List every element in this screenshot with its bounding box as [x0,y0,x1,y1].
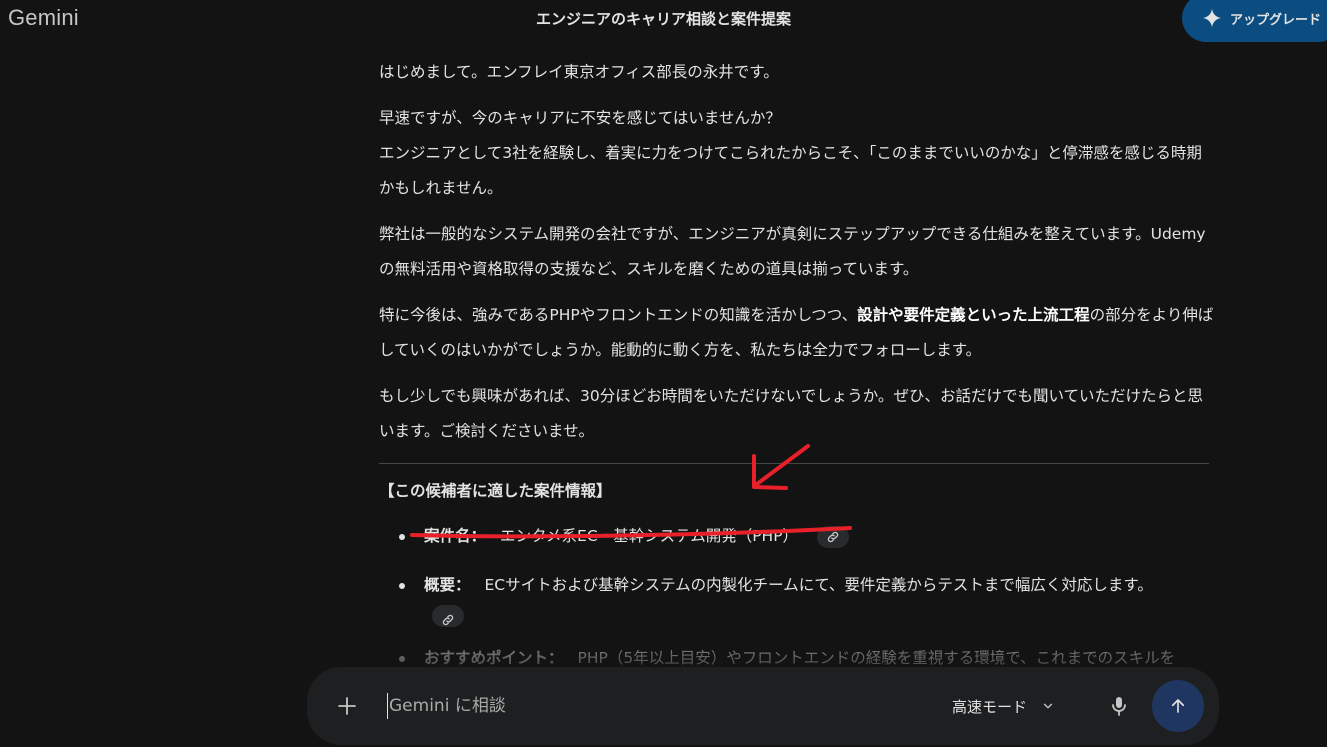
message-paragraph-4-a: 特に今後は、強みであるPHPやフロントエンドの知識を活かしつつ、 [379,306,858,324]
mode-selector[interactable]: 高速モード [952,693,1055,719]
case-item-key: 案件名： [424,527,487,545]
upgrade-label: アップグレード [1230,12,1322,28]
source-link-button[interactable] [817,525,849,548]
message-paragraph-5: もし少しでも興味があれば、30分ほどお時間をいただけないでしょうか。ぜひ、お話だ… [379,387,1204,440]
message-paragraph-1: はじめまして。エンフレイ東京オフィス部長の永井です。 [379,63,779,81]
send-button[interactable] [1152,680,1204,732]
case-item-name: 案件名： エンタメ系EC・基幹システム開発（PHP） [379,519,1214,554]
prompt-bar: 高速モード [307,667,1219,745]
case-item-value: PHP（5年以上目安）やフロントエンドの経験を重視する環境で、これまでのスキルを [577,649,1176,667]
microphone-icon[interactable] [1107,694,1131,718]
message-paragraph-4-bold: 設計や要件定義といった上流工程 [857,306,1090,324]
sparkle-icon [1202,8,1222,28]
case-item-overview: 概要： ECサイトおよび基幹システムの内製化チームにて、要件定義からテストまで幅広… [379,568,1214,627]
response-content: はじめまして。エンフレイ東京オフィス部長の永井です。 早速ですが、今のキャリアに… [379,55,1214,690]
message-paragraph-2-line-2: エンジニアとして3社を経験し、着実に力をつけてこられたからこそ、「このままでいい… [379,144,1202,197]
prompt-input[interactable] [387,693,907,719]
source-link-button[interactable] [432,605,464,627]
message-paragraph-3: 弊社は一般的なシステム開発の会社ですが、エンジニアが真剣にステップアップできる仕… [379,225,1206,278]
cases-heading: 【この候補者に適した案件情報】 [379,482,612,500]
mode-label: 高速モード [952,697,1028,716]
upgrade-button[interactable]: アップグレード [1182,0,1327,42]
cases-list: 案件名： エンタメ系EC・基幹システム開発（PHP） 概要： ECサイトおよび基幹シ… [379,519,1214,676]
case-item-value: ECサイトおよび基幹システムの内製化チームにて、要件定義からテストまで幅広く対応… [484,576,1153,594]
message-paragraph-2-line-1: 早速ですが、今のキャリアに不安を感じてはいませんか？ [379,109,781,127]
link-icon [827,531,839,542]
arrow-up-icon [1171,699,1185,713]
plus-icon[interactable] [335,694,359,718]
chat-title: エンジニアのキャリア相談と案件提案 [535,10,791,28]
case-item-value: エンタメ系EC・基幹システム開発（PHP） [500,527,799,545]
section-divider [379,463,1209,464]
message-paragraph-2: 早速ですが、今のキャリアに不安を感じてはいませんか？ エンジニアとして3社を経験… [379,101,1214,206]
link-icon [442,614,454,626]
chevron-down-icon [1043,703,1053,709]
message-paragraph-4: 特に今後は、強みであるPHPやフロントエンドの知識を活かしつつ、設計や要件定義と… [379,298,1214,368]
case-item-key: おすすめポイント： [424,649,564,667]
case-item-key: 概要： [424,576,471,594]
gemini-app: Gemini エンジニアのキャリア相談と案件提案 アップグレード はじめまして。… [0,0,1327,747]
